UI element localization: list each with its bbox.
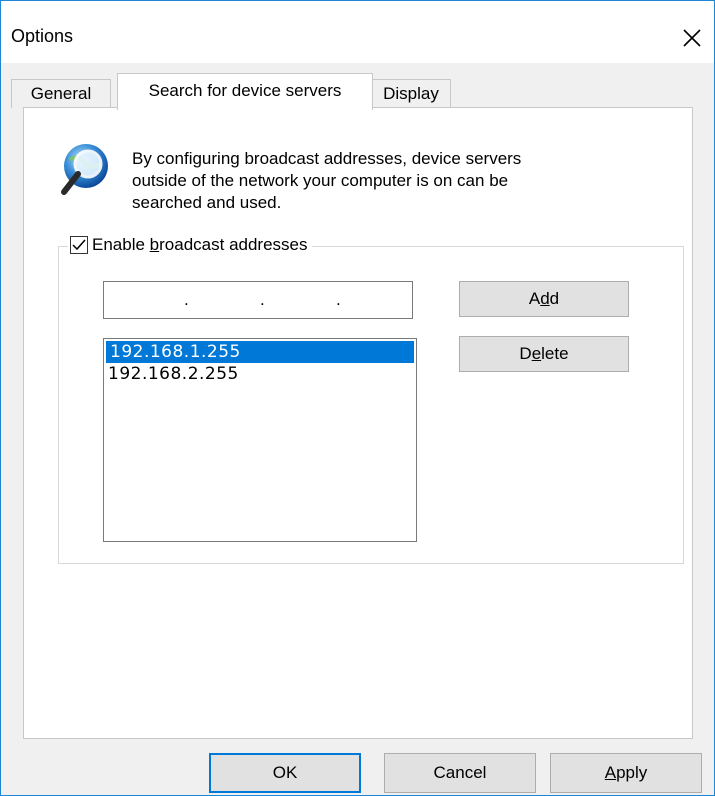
enable-broadcast-label: Enable broadcast addresses — [92, 235, 308, 254]
tab-general-label: General — [30, 84, 92, 103]
magnifier-globe-icon — [54, 140, 114, 200]
ip-dot: . — [336, 290, 341, 309]
cancel-button[interactable]: Cancel — [384, 753, 536, 793]
list-item[interactable]: 192.168.1.255 — [106, 341, 414, 363]
info-text-line: searched and used. — [132, 193, 282, 212]
info-text: By configuring broadcast addresses, devi… — [132, 148, 652, 214]
ip-dot: . — [260, 290, 265, 309]
broadcast-address-list[interactable]: 192.168.1.255 192.168.2.255 — [103, 338, 417, 542]
enable-broadcast-checkbox[interactable] — [70, 236, 88, 254]
window-title: Options — [11, 26, 74, 46]
tab-general[interactable]: General — [11, 79, 111, 108]
options-dialog: Options General Search for device server… — [0, 0, 715, 796]
ip-dot: . — [184, 290, 189, 309]
tab-search-label: Search for device servers — [148, 81, 342, 100]
enable-broadcast-checkbox-row[interactable]: Enable broadcast addresses — [68, 232, 312, 258]
close-icon[interactable] — [677, 23, 707, 53]
delete-button[interactable]: Delete — [459, 336, 629, 372]
tab-display[interactable]: Display — [371, 79, 451, 108]
add-button[interactable]: Add — [459, 281, 629, 317]
ip-address-input[interactable]: . . . — [103, 281, 413, 319]
info-text-line: By configuring broadcast addresses, devi… — [132, 149, 522, 168]
tab-panel: By configuring broadcast addresses, devi… — [23, 107, 693, 739]
tab-strip: General Search for device servers Displa… — [1, 63, 714, 110]
ok-button[interactable]: OK — [209, 753, 361, 793]
title-bar: Options — [1, 1, 714, 63]
list-item[interactable]: 192.168.2.255 — [104, 363, 416, 385]
info-text-line: outside of the network your computer is … — [132, 171, 509, 190]
tab-search-device-servers[interactable]: Search for device servers — [117, 73, 373, 110]
tab-display-label: Display — [383, 84, 439, 103]
apply-button[interactable]: Apply — [550, 753, 702, 793]
